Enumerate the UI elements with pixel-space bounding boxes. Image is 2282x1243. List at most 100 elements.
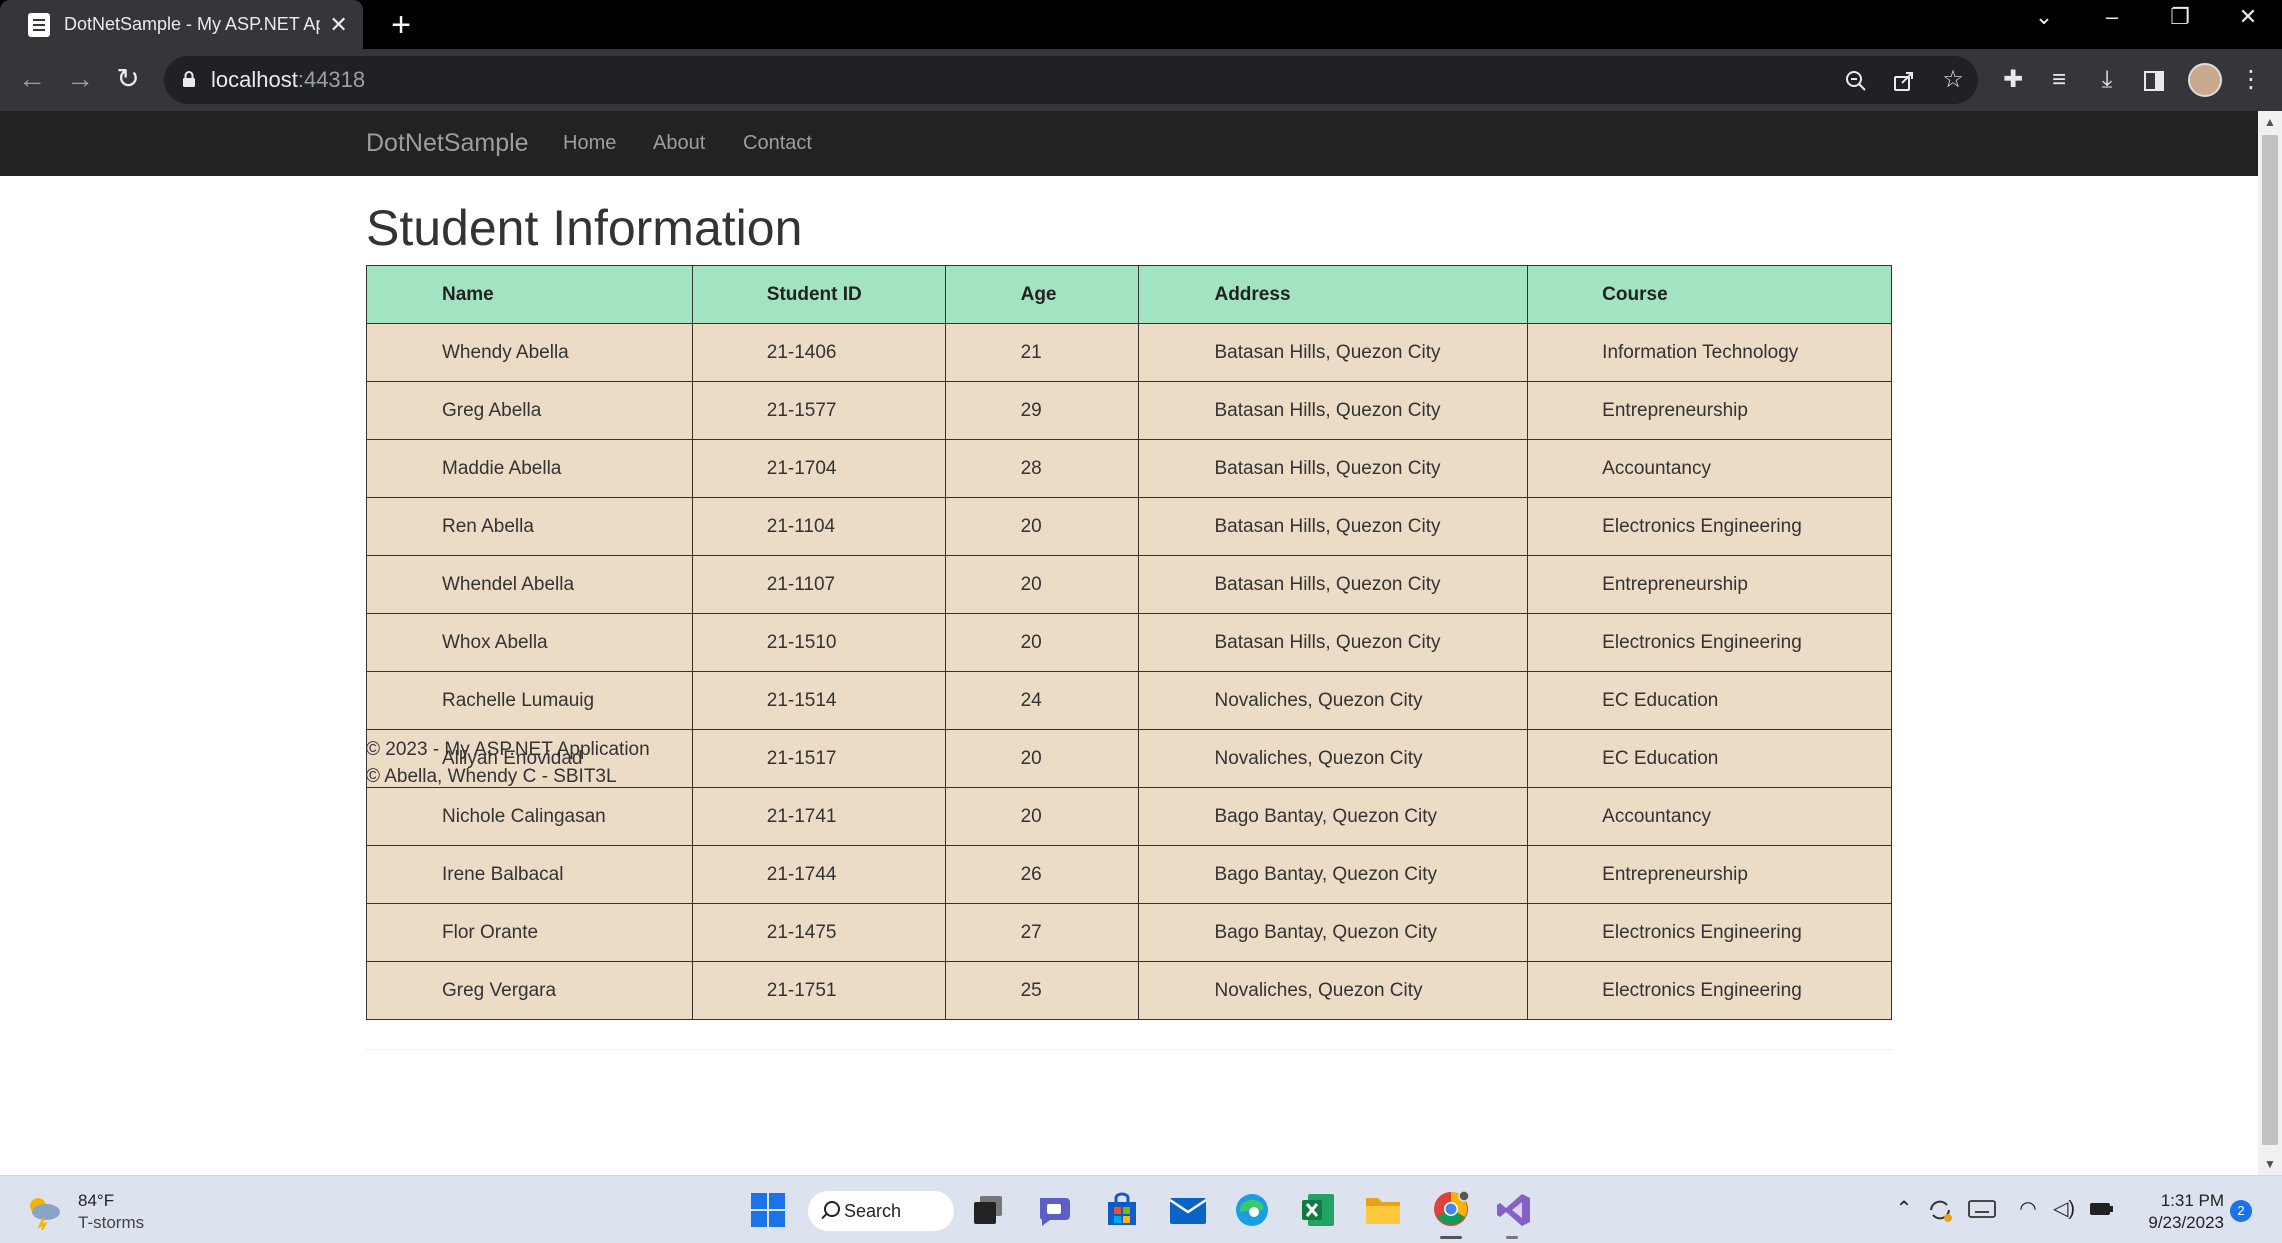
new-tab-button[interactable]: + [384,6,418,45]
forward-arrow-icon[interactable]: → [62,61,98,97]
page-scrollbar[interactable]: ▲ ▼ [2258,111,2282,1175]
media-queue-icon[interactable]: ≡ [2044,65,2074,95]
reload-icon[interactable]: ↻ [110,61,146,97]
cell-address: Bago Bantay, Quezon City [1138,845,1529,904]
cell-age: 20 [944,613,1140,672]
cell-student-id: 21-1741 [691,787,946,846]
address-bar[interactable]: localhost:44318 [164,56,1978,104]
edge-browser-icon[interactable] [1234,1192,1270,1228]
nav-link-contact[interactable]: Contact [743,132,812,155]
cell-age: 28 [944,439,1140,498]
cell-name: Whendel Abella [366,555,693,614]
cell-name: Rachelle Lumauig [366,671,693,730]
weather-widget[interactable]: 84°F T-storms [24,1190,144,1234]
excel-icon[interactable] [1300,1192,1336,1228]
cell-name: Irene Balbacal [366,845,693,904]
extensions-puzzle-icon[interactable]: ✚ [1998,65,2028,95]
table-row: Whendy Abella 21-1406 21 Batasan Hills, Que… [366,323,1892,382]
chrome-running-indicator [1440,1236,1462,1239]
page-viewport: DotNetSample Home About Contact Student … [0,111,2258,1175]
notification-count-badge[interactable]: 2 [2230,1200,2252,1222]
cell-address: Bago Bantay, Quezon City [1138,787,1529,846]
chrome-icon[interactable] [1432,1190,1470,1228]
task-view-icon[interactable] [970,1192,1006,1228]
minimize-window-icon[interactable]: – [2092,4,2132,30]
table-row: Nichole Calingasan 21-1741 20 Bago Bantay, … [366,787,1892,846]
cell-student-id: 21-1104 [691,497,946,556]
cell-course: Electronics Engineering [1527,497,1892,556]
address-url[interactable]: localhost:44318 [211,67,365,93]
cell-course: Accountancy [1527,787,1892,846]
column-header-address: Address [1138,265,1529,324]
cell-age: 29 [944,381,1140,440]
scrollbar-thumb[interactable] [2262,135,2278,1145]
microsoft-store-icon[interactable] [1104,1192,1140,1228]
column-header-name: Name [366,265,693,324]
column-header-course: Course [1527,265,1892,324]
windows-start-icon[interactable] [750,1192,786,1228]
table-row: Maddie Abella 21-1704 28 Batasan Hills, Que… [366,439,1892,498]
lock-icon[interactable] [182,70,196,88]
taskbar-clock[interactable]: 1:31 PM 9/23/2023 [2128,1190,2224,1234]
scroll-down-icon[interactable]: ▼ [2258,1157,2282,1171]
cell-student-id: 21-1704 [691,439,946,498]
wifi-icon[interactable]: ◠ [2014,1196,2042,1221]
table-row: Ren Abella 21-1104 20 Batasan Hills, Quezon… [366,497,1892,556]
share-icon[interactable] [1892,69,1916,93]
profile-avatar[interactable] [2188,63,2222,97]
search-label: Search [844,1200,902,1221]
cell-course: Entrepreneurship [1527,845,1892,904]
cell-student-id: 21-1751 [691,961,946,1020]
tab-search-chevron-icon[interactable]: ⌄ [2024,4,2064,30]
cell-address: Bago Bantay, Quezon City [1138,903,1529,962]
footer-copyright: © 2023 - My ASP.NET Application [366,739,650,760]
table-row: Whendel Abella 21-1107 20 Batasan Hills, Qu… [366,555,1892,614]
teams-chat-icon[interactable] [1036,1192,1074,1228]
bookmark-star-icon[interactable]: ☆ [1938,65,1968,95]
site-brand-link[interactable]: DotNetSample [366,129,529,158]
mail-icon[interactable] [1168,1194,1208,1226]
battery-icon[interactable] [2088,1198,2116,1220]
file-explorer-icon[interactable] [1364,1192,1402,1228]
restore-window-icon[interactable]: ❐ [2160,4,2200,30]
show-hidden-icons-chevron-icon[interactable]: ⌃ [1890,1196,1918,1221]
visual-studio-icon[interactable] [1496,1192,1532,1228]
cell-age: 20 [944,555,1140,614]
nav-link-about[interactable]: About [653,132,705,155]
keyboard-icon[interactable] [1968,1198,1996,1220]
taskbar-search-button[interactable]: Search [808,1191,954,1231]
tab-title: DotNetSample - My ASP.NET Application [64,14,320,34]
table-row: Irene Balbacal 21-1744 26 Bago Bantay, Quez… [366,845,1892,904]
cell-name: Greg Abella [366,381,693,440]
student-table: Name Student ID Age Address Course Whend… [366,265,1892,1020]
tab-close-icon[interactable]: ✕ [328,12,349,38]
browser-tab-bar: DotNetSample - My ASP.NET Application ✕ … [0,0,2282,49]
cell-age: 24 [944,671,1140,730]
back-arrow-icon[interactable]: ← [14,61,50,97]
volume-icon[interactable]: ◁) [2050,1196,2078,1221]
scroll-up-icon[interactable]: ▲ [2258,115,2282,129]
browser-tab-active[interactable]: DotNetSample - My ASP.NET Application ✕ [0,0,363,49]
cell-student-id: 21-1517 [691,729,946,788]
cell-course: Information Technology [1527,323,1892,382]
side-panel-icon[interactable] [2142,69,2166,93]
table-row: Greg Abella 21-1577 29 Batasan Hills, Quezo… [366,381,1892,440]
sync-icon[interactable] [1926,1196,1954,1224]
table-row: Greg Vergara 21-1751 25 Novaliches, Quezon … [366,961,1892,1020]
cell-student-id: 21-1107 [691,555,946,614]
cell-address: Novaliches, Quezon City [1138,729,1529,788]
browser-toolbar: ← → ↻ localhost:44318 ☆ ✚ ≡ ⤓ ⋮ [0,49,2282,111]
clock-date: 9/23/2023 [2148,1213,2224,1232]
cell-address: Batasan Hills, Quezon City [1138,381,1529,440]
table-row: Flor Orante 21-1475 27 Bago Bantay, Quezon … [366,903,1892,962]
browser-menu-icon[interactable]: ⋮ [2236,65,2266,95]
cell-address: Batasan Hills, Quezon City [1138,555,1529,614]
weather-temperature: 84°F [78,1191,115,1210]
cell-course: Entrepreneurship [1527,381,1892,440]
nav-link-home[interactable]: Home [563,132,616,155]
close-window-icon[interactable]: ✕ [2228,4,2268,30]
cell-course: Electronics Engineering [1527,613,1892,672]
zoom-icon[interactable] [1844,69,1868,93]
cell-name: Greg Vergara [366,961,693,1020]
download-icon[interactable]: ⤓ [2092,65,2122,95]
